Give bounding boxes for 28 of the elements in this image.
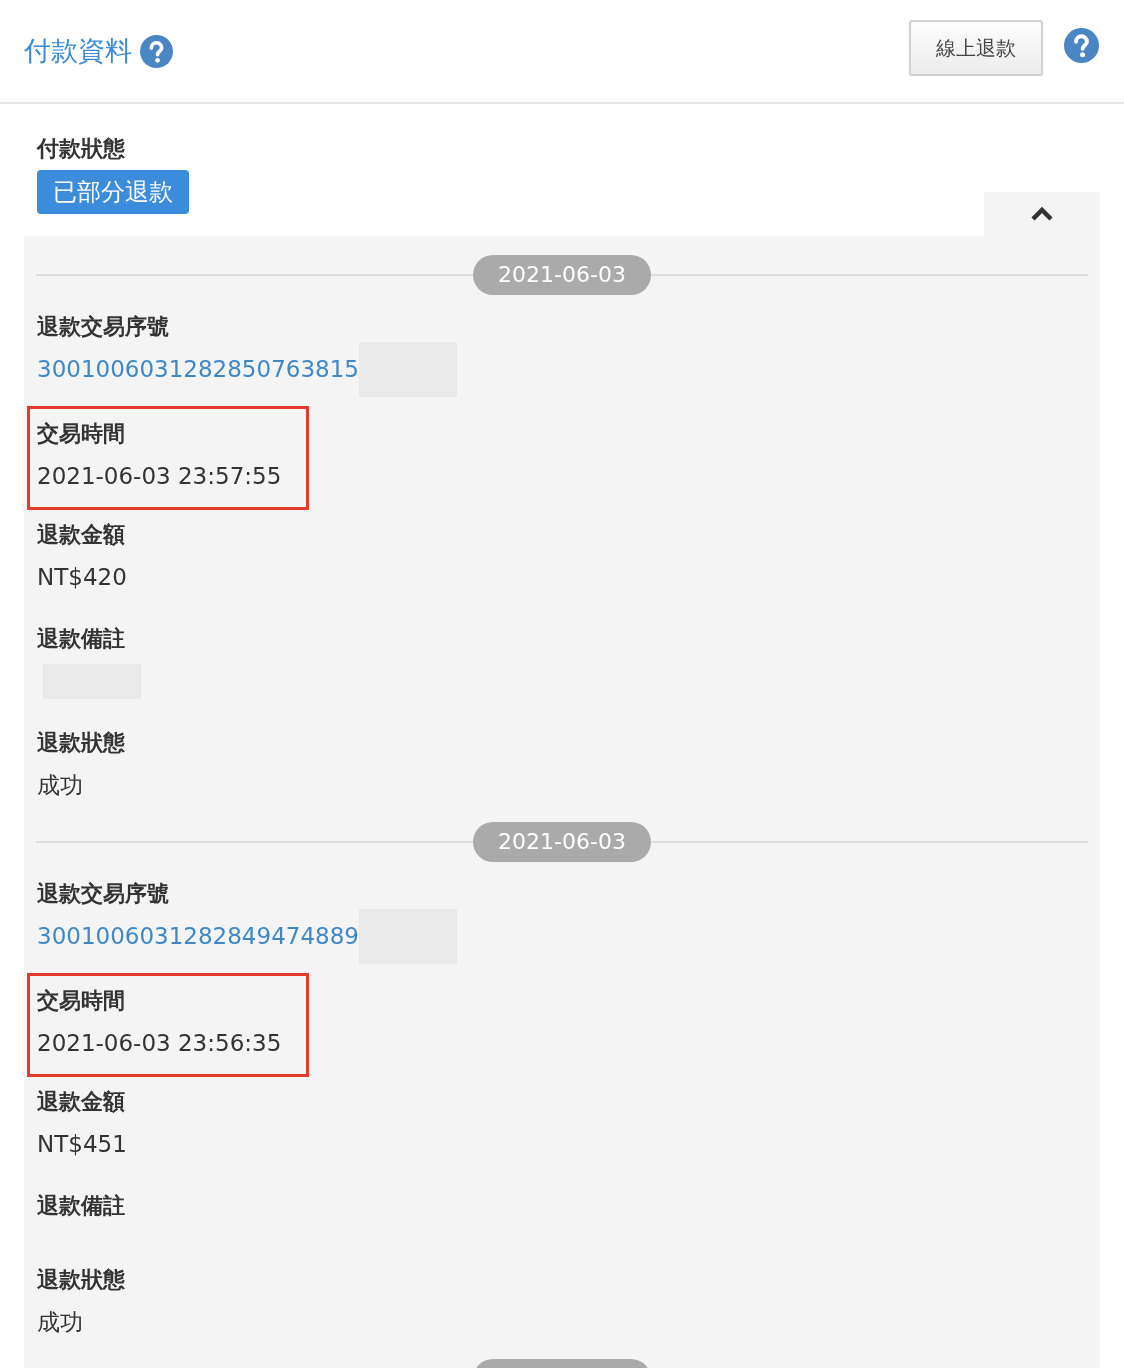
field-label: 交易時間 [37, 987, 126, 1015]
chevron-up-icon [1030, 206, 1054, 222]
field-value: NT$451 [37, 1130, 127, 1159]
field-label: 退款金額 [37, 1088, 126, 1116]
field-value: 2021-06-03 23:57:55 [37, 462, 282, 491]
field-label: 付款狀態 [37, 135, 126, 163]
online-refund-button[interactable]: 線上退款 [909, 20, 1043, 76]
field-value: 成功 [37, 771, 83, 800]
status-badge: 已部分退款 [37, 170, 189, 214]
transaction-link[interactable]: 3001006031282850763815 [37, 352, 359, 386]
field-label: 退款交易序號 [37, 880, 170, 908]
page-title: 付款資料 [24, 34, 132, 69]
help-icon[interactable] [140, 35, 173, 68]
help-icon[interactable] [1064, 28, 1099, 63]
field-value: NT$420 [37, 563, 127, 592]
field-value: 2021-06-03 23:56:35 [37, 1029, 282, 1058]
field-label: 交易時間 [37, 420, 126, 448]
field-label: 退款備註 [37, 625, 126, 653]
field-label: 退款交易序號 [37, 313, 170, 341]
transaction-link[interactable]: 3001006031282849474889 [37, 919, 359, 953]
date-pill: 2021-06-03 [473, 255, 651, 295]
field-label: 退款狀態 [37, 729, 125, 757]
field-label: 退款備註 [37, 1192, 125, 1220]
field-value: 成功 [37, 1308, 83, 1337]
collapse-toggle[interactable] [984, 192, 1100, 236]
field-label: 退款狀態 [37, 1266, 125, 1294]
field-label: 退款金額 [37, 521, 126, 549]
date-pill: 2021-06-03 [473, 822, 651, 862]
